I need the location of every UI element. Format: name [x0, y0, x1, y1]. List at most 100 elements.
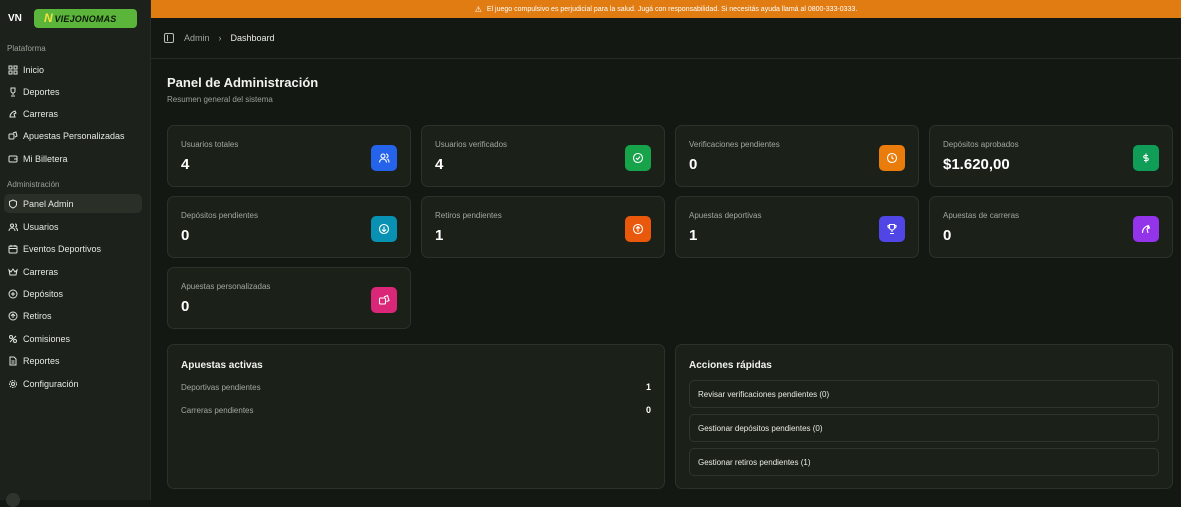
quick-actions-title: Acciones rápidas: [689, 360, 772, 371]
sidebar-item-label: Mi Billetera: [23, 153, 68, 164]
page-title: Panel de Administración: [167, 75, 319, 90]
manage-deposits-button[interactable]: Gestionar depósitos pendientes (0): [689, 414, 1159, 442]
check-circle-icon: [625, 145, 651, 171]
sidebar-item-retiros[interactable]: Retiros: [4, 306, 142, 325]
quick-actions-panel: Acciones rápidas Revisar verificaciones …: [675, 344, 1173, 489]
brand[interactable]: VN N VIEJONOMAS: [8, 9, 137, 28]
sidebar-item-mi-billetera[interactable]: Mi Billetera: [4, 149, 142, 168]
section-administracion: Administración: [7, 180, 60, 189]
stat-label: Apuestas personalizadas: [181, 282, 271, 291]
sidebar-item-label: Deportes: [23, 86, 60, 97]
sidebar-item-eventos-deportivos[interactable]: Eventos Deportivos: [4, 239, 142, 258]
stat-value: 1: [689, 227, 698, 244]
stat-card-depositos-aprobados: Depósitos aprobados $1.620,00: [929, 125, 1173, 187]
sidebar-item-deportes[interactable]: Deportes: [4, 82, 142, 101]
sidebar-toggle-icon[interactable]: [164, 33, 174, 43]
sidebar-item-depositos[interactable]: Depósitos: [4, 284, 142, 303]
horse-icon: [8, 109, 18, 119]
dice-icon: [8, 130, 18, 141]
gear-icon: [8, 379, 18, 389]
sidebar-item-label: Inicio: [23, 64, 45, 75]
crown-icon: [8, 267, 18, 277]
stat-label: Usuarios totales: [181, 140, 239, 149]
warning-banner: ⚠ El juego compulsivo es perjudicial par…: [151, 0, 1181, 18]
sidebar-item-apuestas-personalizadas[interactable]: Apuestas Personalizadas: [4, 126, 142, 145]
sidebar-item-label: Depósitos: [23, 288, 64, 299]
users-icon: [371, 145, 397, 171]
chevron-right-icon: ›: [218, 33, 222, 43]
stat-label: Usuarios verificados: [435, 140, 508, 149]
brand-short: VN: [8, 13, 22, 24]
section-plataforma: Plataforma: [7, 44, 46, 53]
active-bets-panel: Apuestas activas Deportivas pendientes 1…: [167, 344, 665, 489]
report-icon: [8, 356, 18, 366]
stat-value: 4: [181, 156, 190, 173]
stat-card-verificaciones-pendientes: Verificaciones pendientes 0: [675, 125, 919, 187]
sidebar-item-label: Configuración: [23, 378, 79, 389]
manage-withdrawals-button[interactable]: Gestionar retiros pendientes (1): [689, 448, 1159, 476]
warning-icon: ⚠: [474, 4, 482, 14]
sidebar-item-label: Carreras: [23, 266, 59, 277]
sidebar-item-carreras-admin[interactable]: Carreras: [4, 262, 142, 281]
breadcrumb: Admin › Dashboard: [151, 18, 1181, 59]
stat-label: Depósitos pendientes: [181, 211, 258, 220]
brand-logo: N VIEJONOMAS: [34, 9, 137, 28]
withdraw-icon: [8, 311, 18, 321]
percent-icon: [8, 334, 18, 344]
sidebar-item-label: Usuarios: [23, 221, 59, 232]
sidebar-item-panel-admin[interactable]: Panel Admin: [4, 194, 142, 213]
sidebar-item-configuracion[interactable]: Configuración: [4, 374, 142, 393]
horse-icon: [1133, 216, 1159, 242]
stat-value: 0: [181, 298, 190, 315]
stat-value: 0: [181, 227, 190, 244]
avatar[interactable]: [6, 493, 20, 507]
sidebar-item-usuarios[interactable]: Usuarios: [4, 217, 142, 236]
stat-value: 0: [943, 227, 952, 244]
sidebar-item-carreras[interactable]: Carreras: [4, 104, 142, 123]
logo-mark-icon: N: [44, 11, 53, 25]
stat-value: $1.620,00: [943, 156, 1010, 173]
sidebar-item-label: Reportes: [23, 355, 60, 366]
shield-icon: [8, 198, 18, 209]
active-bets-row-label: Carreras pendientes: [181, 406, 254, 415]
arrow-up-circle-icon: [625, 216, 651, 242]
breadcrumb-admin[interactable]: Admin: [184, 33, 210, 43]
page-subtitle: Resumen general del sistema: [167, 95, 273, 104]
stat-value: 0: [689, 156, 698, 173]
sidebar-item-label: Apuestas Personalizadas: [23, 130, 125, 141]
sidebar-item-comisiones[interactable]: Comisiones: [4, 329, 142, 348]
breadcrumb-current: Dashboard: [230, 33, 275, 43]
stat-card-retiros-pendientes: Retiros pendientes 1: [421, 196, 665, 258]
dice-icon: [371, 287, 397, 313]
stat-card-usuarios-totales: Usuarios totales 4: [167, 125, 411, 187]
active-bets-title: Apuestas activas: [181, 360, 263, 371]
sidebar: VN N VIEJONOMAS Plataforma Inicio Deport…: [0, 0, 151, 507]
stat-card-depositos-pendientes: Depósitos pendientes 0: [167, 196, 411, 258]
stat-label: Retiros pendientes: [435, 211, 502, 220]
sidebar-item-reportes[interactable]: Reportes: [4, 351, 142, 370]
sidebar-item-label: Comisiones: [23, 333, 71, 344]
trophy-icon: [879, 216, 905, 242]
sidebar-item-label: Panel Admin: [23, 198, 74, 209]
users-icon: [8, 222, 18, 232]
brand-logo-text: VIEJONOMAS: [54, 13, 117, 24]
stat-label: Apuestas de carreras: [943, 211, 1020, 220]
stat-label: Apuestas deportivas: [689, 211, 762, 220]
stat-value: 4: [435, 156, 444, 173]
sidebar-item-label: Retiros: [23, 310, 52, 321]
stat-card-apuestas-deportivas: Apuestas deportivas 1: [675, 196, 919, 258]
grid-icon: [8, 65, 18, 75]
deposit-icon: [8, 289, 18, 299]
clock-icon: [879, 145, 905, 171]
stat-card-apuestas-personalizadas: Apuestas personalizadas 0: [167, 267, 411, 329]
active-bets-row-label: Deportivas pendientes: [181, 383, 261, 392]
stat-label: Verificaciones pendientes: [689, 140, 780, 149]
wallet-icon: [8, 154, 18, 164]
trophy-icon: [8, 87, 18, 97]
review-verifications-button[interactable]: Revisar verificaciones pendientes (0): [689, 380, 1159, 408]
sidebar-item-inicio[interactable]: Inicio: [4, 60, 142, 79]
stat-card-usuarios-verificados: Usuarios verificados 4: [421, 125, 665, 187]
stat-label: Depósitos aprobados: [943, 140, 1019, 149]
sidebar-item-label: Eventos Deportivos: [23, 243, 102, 254]
calendar-icon: [8, 244, 18, 254]
